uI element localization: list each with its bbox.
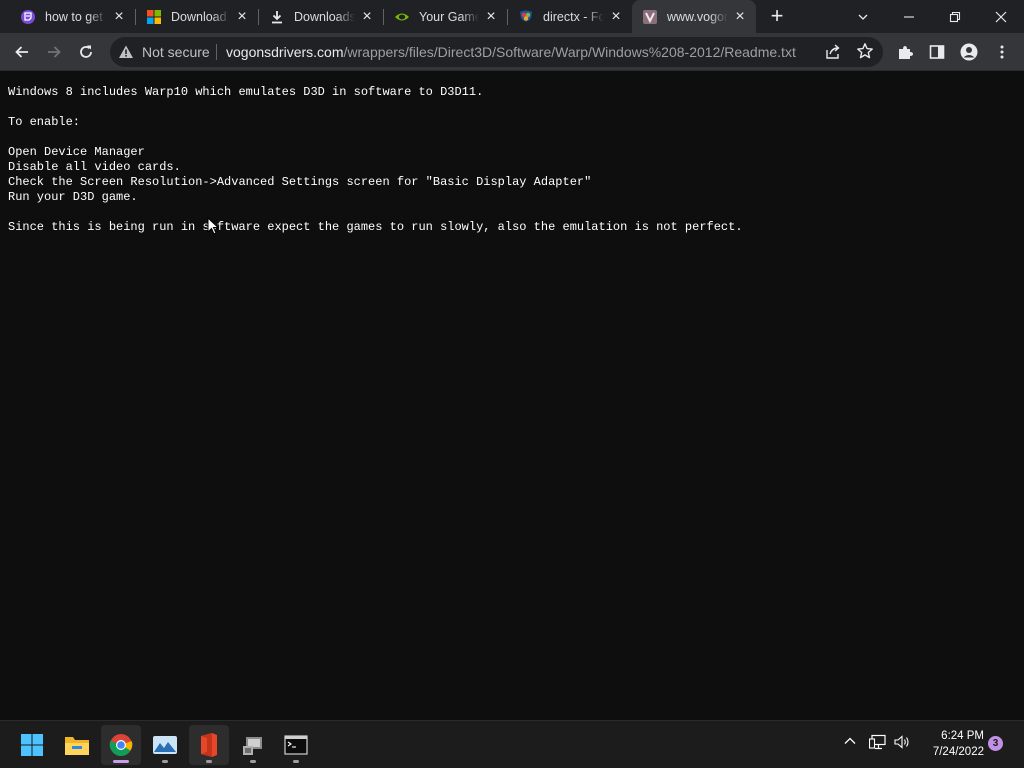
taskbar-chrome[interactable] bbox=[101, 725, 141, 765]
chevron-down-icon bbox=[858, 14, 868, 20]
text-line: Disable all video cards. bbox=[8, 160, 181, 174]
url-text[interactable]: vogonsdrivers.com/wrappers/files/Direct3… bbox=[226, 44, 796, 60]
tab-nvidia[interactable]: Your Game × bbox=[384, 0, 507, 33]
tray-overflow-button[interactable] bbox=[842, 734, 858, 748]
clock-date: 7/24/2022 bbox=[932, 746, 984, 758]
profile-button[interactable] bbox=[957, 40, 981, 64]
text-line: Run your D3D game. bbox=[8, 190, 138, 204]
tab-title: Your Game bbox=[419, 9, 479, 24]
restore-button[interactable] bbox=[932, 0, 978, 33]
browser-toolbar: Not secure vogonsdrivers.com/wrappers/fi… bbox=[0, 33, 1024, 71]
side-panel-button[interactable] bbox=[925, 40, 949, 64]
readme-text: Windows 8 includes Warp10 which emulates… bbox=[0, 71, 1024, 249]
close-icon[interactable]: × bbox=[234, 8, 250, 25]
close-window-button[interactable] bbox=[978, 0, 1024, 33]
new-tab-button[interactable]: + bbox=[765, 5, 789, 28]
text-line: Windows 8 includes Warp10 which emulates… bbox=[8, 85, 484, 99]
profile-icon bbox=[960, 43, 978, 61]
close-icon[interactable]: × bbox=[111, 8, 127, 25]
url-path: /wrappers/files/Direct3D/Software/Warp/W… bbox=[343, 44, 796, 60]
notification-badge[interactable]: 3 bbox=[988, 736, 1003, 751]
start-button[interactable] bbox=[12, 725, 52, 765]
terminal-icon bbox=[284, 735, 308, 755]
tab-search-button[interactable] bbox=[840, 0, 886, 33]
kebab-menu-icon bbox=[1000, 45, 1004, 59]
nvidia-icon bbox=[394, 9, 410, 25]
close-icon[interactable]: × bbox=[359, 8, 375, 25]
text-line: To enable: bbox=[8, 115, 81, 129]
taskbar-terminal[interactable] bbox=[276, 725, 316, 765]
office-icon bbox=[201, 733, 217, 757]
tab-stackexchange[interactable]: directx - Fo × bbox=[508, 0, 632, 33]
security-label[interactable]: Not secure bbox=[142, 44, 210, 60]
close-icon[interactable]: × bbox=[732, 8, 748, 25]
taskbar-photos[interactable] bbox=[145, 725, 185, 765]
chrome-icon bbox=[109, 734, 133, 756]
tab-downloads[interactable]: Downloads × bbox=[259, 0, 383, 33]
tab-vogons[interactable]: www.vogon × bbox=[632, 0, 756, 33]
tab-title: Downloads bbox=[294, 9, 355, 24]
forward-button[interactable] bbox=[42, 40, 66, 64]
warning-icon[interactable] bbox=[118, 44, 134, 65]
puzzle-icon bbox=[899, 46, 913, 59]
back-button[interactable] bbox=[10, 40, 34, 64]
file-explorer-icon bbox=[65, 737, 89, 755]
chevron-up-icon bbox=[844, 737, 856, 744]
reload-icon bbox=[80, 45, 92, 58]
photos-icon bbox=[153, 736, 177, 754]
close-icon[interactable]: × bbox=[483, 8, 499, 25]
extensions-button[interactable] bbox=[893, 40, 917, 64]
tab-strip: how to get × Download × Downloads × Your… bbox=[0, 0, 1024, 33]
url-host: vogonsdrivers.com bbox=[226, 44, 344, 60]
close-icon bbox=[995, 11, 1007, 22]
star-icon[interactable] bbox=[856, 42, 874, 65]
vogons-icon bbox=[642, 9, 658, 25]
network-icon bbox=[869, 734, 886, 750]
volume-button[interactable] bbox=[892, 734, 912, 750]
tab-twitch[interactable]: how to get × bbox=[10, 0, 135, 33]
reload-button[interactable] bbox=[74, 40, 98, 64]
tab-title: how to get bbox=[45, 9, 103, 24]
network-button[interactable] bbox=[868, 734, 888, 750]
page-content: Windows 8 includes Warp10 which emulates… bbox=[0, 71, 1024, 720]
volume-icon bbox=[894, 735, 909, 749]
tab-microsoft[interactable]: Download × bbox=[136, 0, 258, 33]
taskbar: 6:24 PM 7/24/2022 bbox=[0, 720, 1024, 768]
tab-title: directx - Fo bbox=[543, 9, 604, 24]
clock-time: 6:24 PM bbox=[941, 730, 984, 742]
device-manager-icon bbox=[243, 737, 262, 755]
stackexchange-icon bbox=[518, 9, 534, 25]
twitch-icon bbox=[20, 9, 36, 25]
tab-title: Download bbox=[171, 9, 227, 24]
download-icon bbox=[269, 9, 285, 25]
restore-icon bbox=[949, 11, 961, 22]
clock[interactable]: 6:24 PM 7/24/2022 bbox=[912, 728, 984, 760]
minimize-icon bbox=[904, 15, 914, 18]
taskbar-file-explorer[interactable] bbox=[57, 725, 97, 765]
taskbar-device-manager[interactable] bbox=[233, 725, 273, 765]
arrow-left-icon bbox=[15, 46, 28, 58]
start-icon bbox=[21, 734, 43, 756]
taskbar-office[interactable] bbox=[189, 725, 229, 765]
address-bar[interactable]: Not secure vogonsdrivers.com/wrappers/fi… bbox=[110, 37, 883, 67]
tab-title: www.vogon bbox=[667, 9, 728, 24]
mouse-cursor-icon bbox=[207, 216, 220, 240]
arrow-right-icon bbox=[48, 46, 61, 58]
share-icon[interactable] bbox=[824, 43, 842, 66]
text-line: Since this is being run in software expe… bbox=[8, 220, 743, 234]
text-line: Open Device Manager bbox=[8, 145, 145, 159]
menu-button[interactable] bbox=[990, 40, 1014, 64]
text-line: Check the Screen Resolution->Advanced Se… bbox=[8, 175, 592, 189]
microsoft-icon bbox=[146, 9, 162, 25]
side-panel-icon bbox=[929, 45, 945, 59]
minimize-button[interactable] bbox=[886, 0, 932, 33]
close-icon[interactable]: × bbox=[608, 8, 624, 25]
